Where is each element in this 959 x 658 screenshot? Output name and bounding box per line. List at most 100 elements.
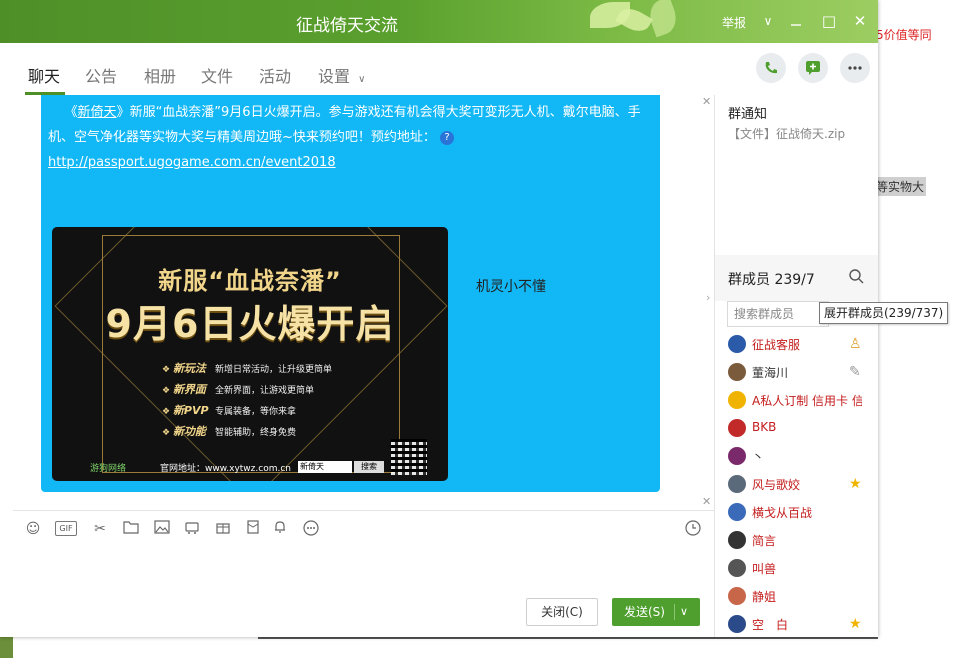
poster-search-field: 新倚天	[298, 461, 352, 473]
edit-icon[interactable]: ✎	[849, 363, 861, 381]
report-button[interactable]: 举报	[722, 14, 746, 31]
member-name: 空 白	[752, 618, 789, 632]
member-name: 静姐	[752, 590, 777, 604]
member-list: 征战客服 ♙ 董海川 ✎ A私人订制 信用卡 信 BKB 丶 风与歌姣 ★ 横戈从百战…	[715, 330, 878, 637]
member-row[interactable]: 征战客服 ♙	[715, 330, 878, 358]
screenshot-scissors-icon[interactable]: ✂	[91, 520, 109, 538]
member-name: 横戈从百战	[752, 506, 813, 520]
composer-toolbar: ☺ GIF ✂	[13, 510, 714, 547]
folder-icon[interactable]	[122, 520, 140, 538]
more-icon	[848, 66, 862, 70]
tab-announcements[interactable]: 公告	[85, 63, 117, 87]
gift-icon[interactable]	[214, 520, 232, 538]
send-divider	[674, 604, 675, 620]
member-row[interactable]: 简言	[715, 526, 878, 554]
tab-settings-label: 设置	[318, 67, 351, 86]
phone-icon	[765, 62, 777, 74]
collapse-bottom-icon[interactable]: ✕	[702, 495, 711, 508]
poster-subtitle: 新服“血战奈潘”	[158, 267, 342, 295]
feature-key: 新界面	[172, 383, 206, 396]
group-owner-icon: ♙	[849, 336, 862, 352]
message-input[interactable]: 关闭(C) 发送(S) ∨	[13, 546, 714, 637]
tab-files[interactable]: 文件	[201, 63, 233, 87]
feature-key: 新PVP	[172, 404, 209, 417]
history-clock-icon[interactable]	[684, 520, 702, 538]
background-content	[878, 0, 959, 658]
poster-search-button: 搜索	[354, 461, 384, 473]
help-icon[interactable]: ?	[440, 130, 455, 145]
more-options-button[interactable]	[840, 53, 870, 83]
feature-key: 新玩法	[172, 362, 206, 375]
member-row[interactable]: 空 白 ★	[715, 610, 878, 637]
call-button[interactable]	[756, 53, 786, 83]
chat-message-area[interactable]: 《新倚天》新服“血战奈潘”9月6日火爆开启。参与游戏还有机会得大奖可变形无人机、…	[13, 95, 714, 510]
image-icon[interactable]	[153, 520, 171, 538]
close-window-button[interactable]: ✕	[849, 10, 871, 32]
menu-chevron-icon[interactable]: ∨	[757, 10, 779, 32]
add-message-icon	[806, 61, 820, 75]
tab-chat[interactable]: 聊天	[28, 63, 60, 87]
avatar	[728, 615, 746, 633]
send-button[interactable]: 发送(S) ∨	[612, 598, 700, 626]
more-tools-icon[interactable]	[302, 520, 320, 538]
poster-feature: ❖ 新功能 智能辅助，终身免费	[162, 422, 332, 443]
close-button[interactable]: 关闭(C)	[526, 598, 598, 626]
member-row[interactable]: 风与歌姣 ★	[715, 470, 878, 498]
send-button-label: 发送(S)	[624, 605, 665, 619]
member-name: A私人订制 信用卡 信	[752, 394, 862, 408]
background-red-text: 5价值等同	[876, 28, 932, 42]
tab-album[interactable]: 相册	[144, 63, 176, 87]
send-options-chevron-icon[interactable]: ∨	[680, 598, 688, 626]
qr-code-pattern	[391, 439, 427, 475]
red-packet-icon[interactable]	[244, 520, 262, 538]
chevron-down-icon: ∨	[358, 74, 366, 85]
member-search-input[interactable]: 搜索群成员	[727, 301, 829, 327]
member-name: 丶	[752, 450, 765, 464]
emoji-icon[interactable]: ☺	[24, 520, 42, 538]
bell-icon[interactable]	[271, 520, 289, 538]
expand-arrow-icon[interactable]: ›	[706, 291, 710, 304]
member-name: 董海川	[752, 366, 789, 380]
message-text: 《新倚天》新服“血战奈潘”9月6日火爆开启。参与游戏还有机会得大奖可变形无人机、…	[48, 100, 653, 175]
member-row[interactable]: BKB	[715, 414, 878, 442]
tab-settings[interactable]: 设置 ∨	[318, 63, 365, 87]
poster-feature: ❖ 新界面 全新界面，让游戏更简单	[162, 380, 332, 401]
poster-feature: ❖ 新PVP 专属装备，等你来拿	[162, 401, 332, 422]
maximize-button[interactable]: □	[818, 10, 840, 32]
expand-members-tooltip: 展开群成员(239/737)	[819, 302, 949, 324]
star-icon: ★	[849, 616, 862, 632]
members-header: 群成员 239/7	[715, 255, 878, 301]
avatar	[728, 503, 746, 521]
notice-title: 群通知	[728, 107, 768, 122]
member-row[interactable]: 叫兽	[715, 554, 878, 582]
member-name: 征战客服	[752, 338, 801, 352]
tab-activities[interactable]: 活动	[259, 63, 291, 87]
title-bar[interactable]: 征战倚天交流 举报 ∨ □ ✕	[0, 0, 878, 43]
minimize-button[interactable]	[785, 10, 807, 32]
reservation-link[interactable]: http://passport.ugogame.com.cn/event2018	[48, 155, 336, 170]
member-row[interactable]: A私人订制 信用卡 信	[715, 386, 878, 414]
avatar	[728, 335, 746, 353]
avatar	[728, 475, 746, 493]
gif-icon[interactable]: GIF	[55, 521, 77, 536]
member-name: 简言	[752, 534, 777, 548]
minimize-icon	[791, 24, 801, 26]
notice-body[interactable]: 【文件】征战倚天.zip	[728, 125, 845, 142]
game-name-link[interactable]: 新倚天	[78, 105, 117, 120]
background-highlight-text: 等实物大	[874, 177, 927, 196]
message-bubble[interactable]: 《新倚天》新服“血战奈潘”9月6日火爆开启。参与游戏还有机会得大奖可变形无人机、…	[41, 95, 660, 492]
new-discussion-button[interactable]	[798, 53, 828, 83]
poster-feature-list: ❖ 新玩法 新增日常活动，让升级更简单 ❖ 新界面 全新界面，让游戏更简单 ❖ 新P…	[162, 359, 332, 443]
collapse-top-icon[interactable]: ✕	[702, 95, 711, 108]
star-icon: ★	[849, 476, 862, 492]
avatar	[728, 391, 746, 409]
search-icon[interactable]	[849, 269, 864, 284]
member-row[interactable]: 丶	[715, 442, 878, 470]
video-call-icon[interactable]	[183, 520, 201, 538]
member-row[interactable]: 静姐	[715, 582, 878, 610]
background-bottom	[13, 637, 878, 658]
promo-poster-image[interactable]: 新服“血战奈潘” 9月6日火爆开启 ❖ 新玩法 新增日常活动，让升级更简单 ❖ 新…	[52, 227, 448, 481]
member-row[interactable]: 横戈从百战	[715, 498, 878, 526]
poster-feature: ❖ 新玩法 新增日常活动，让升级更简单	[162, 359, 332, 380]
member-row[interactable]: 董海川 ✎	[715, 358, 878, 386]
